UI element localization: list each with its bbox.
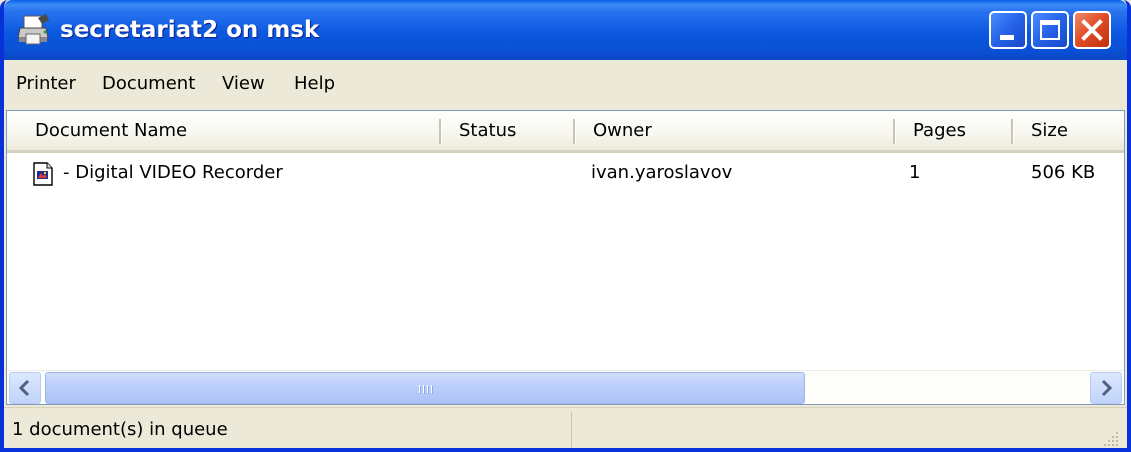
column-header-document-name[interactable]: Document Name [21,111,441,150]
print-queue-window: secretariat2 on msk Printer Document Vie… [0,0,1131,452]
column-header-size[interactable]: Size [1017,111,1124,150]
document-owner: ivan.yaroslavov [591,162,733,183]
minimize-icon [1000,35,1014,40]
close-button[interactable] [1073,11,1111,49]
column-separator[interactable] [439,119,442,144]
title-bar[interactable]: secretariat2 on msk [4,0,1127,60]
resize-grip-icon[interactable] [1101,429,1121,449]
list-header: Document Name Status Owner Pages Size [7,111,1124,153]
menu-help[interactable]: Help [294,72,335,96]
status-bar: 1 document(s) in queue [4,407,1127,449]
column-separator[interactable] [893,119,896,144]
menu-document[interactable]: Document [102,72,195,96]
queue-count-text: 1 document(s) in queue [12,419,228,440]
scroll-left-button[interactable] [9,372,41,404]
horizontal-scrollbar[interactable] [7,370,1124,404]
maximize-icon [1040,20,1060,40]
menu-bar: Printer Document View Help [4,60,1127,106]
menu-view[interactable]: View [222,72,265,96]
grip-icon [419,385,433,394]
column-separator[interactable] [1011,119,1014,144]
list-item[interactable]: - Digital VIDEO Recorder ivan.yaroslavov… [7,155,1124,191]
close-icon [1081,19,1103,41]
column-separator[interactable] [573,119,576,144]
chevron-right-icon [1101,379,1113,397]
minimize-button[interactable] [989,11,1027,49]
scrollbar-thumb[interactable] [45,372,805,404]
status-panel: 1 document(s) in queue [4,412,572,448]
document-icon [33,162,53,186]
document-name: - Digital VIDEO Recorder [63,162,283,183]
menu-printer[interactable]: Printer [16,72,76,96]
maximize-button[interactable] [1031,11,1069,49]
printer-icon [17,14,49,45]
chevron-left-icon [18,379,30,397]
document-list[interactable]: Document Name Status Owner Pages Size - … [6,110,1125,405]
column-header-pages[interactable]: Pages [899,111,1009,150]
document-pages: 1 [909,162,921,183]
document-size: 506 KB [1031,162,1096,183]
column-header-status[interactable]: Status [445,111,575,150]
column-header-owner[interactable]: Owner [579,111,893,150]
scroll-right-button[interactable] [1090,372,1122,404]
window-title: secretariat2 on msk [60,17,320,43]
